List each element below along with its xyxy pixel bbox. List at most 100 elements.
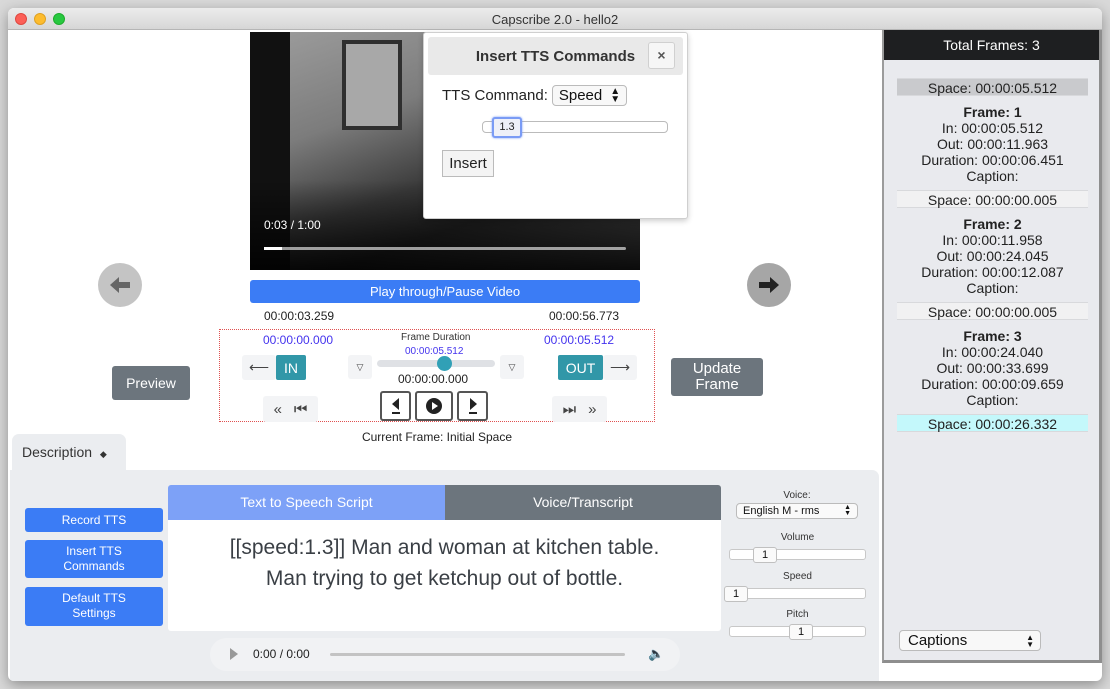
frame-in: In: 00:00:05.512 — [941, 120, 1044, 136]
next-frame-button[interactable] — [747, 263, 791, 307]
tts-command-label: TTS Command: — [442, 87, 548, 104]
play-frame-button[interactable] — [415, 391, 453, 421]
tts-script-textarea[interactable]: [[speed:1.3]] Man and woman at kitchen t… — [168, 520, 721, 631]
set-in-button[interactable]: IN — [276, 355, 306, 380]
frame-item[interactable]: Frame: 3 In: 00:00:24.040 Out: 00:00:33.… — [897, 324, 1088, 410]
arrow-right-icon — [759, 277, 779, 293]
insert-tts-commands-button[interactable]: Insert TTS Commands — [25, 540, 163, 578]
frame-in: In: 00:00:24.040 — [941, 344, 1044, 360]
update-frame-line1: Update — [692, 360, 742, 377]
preview-button[interactable]: Preview — [112, 366, 190, 400]
volume-thumb[interactable]: 1 — [753, 547, 777, 563]
out-time: 00:00:05.512 — [544, 333, 615, 347]
description-panel: Record TTS Insert TTS Commands Default T… — [10, 470, 879, 681]
frame-duration-thumb[interactable] — [437, 356, 452, 371]
space-item-selected[interactable]: Space: 00:00:26.332 — [897, 414, 1088, 432]
space-item[interactable]: Space: 00:00:00.005 — [897, 190, 1088, 208]
frame-duration: Duration: 00:00:06.451 — [921, 152, 1064, 168]
tts-command-row: TTS Command: Speed ▲ ▼ — [442, 85, 628, 106]
tts-command-value: Speed — [558, 87, 603, 104]
voice-select[interactable]: English M - rms ▲ ▼ — [736, 503, 858, 519]
updown-arrows-icon: ▲ ▼ — [1026, 632, 1034, 649]
pitch-thumb[interactable]: 1 — [789, 624, 813, 640]
record-tts-button[interactable]: Record TTS — [25, 508, 163, 532]
close-dialog-button[interactable]: × — [648, 42, 675, 69]
skip-to-start-icon[interactable]: ⏮ — [294, 401, 308, 418]
step-back-icon — [391, 398, 400, 414]
set-out-button[interactable]: OUT — [558, 355, 603, 380]
frame-in: In: 00:00:11.958 — [942, 232, 1043, 248]
triangle-down-icon: ▽ — [356, 361, 364, 372]
speed-thumb[interactable]: 1 — [724, 586, 748, 602]
speed-slider[interactable]: 1 — [724, 586, 866, 602]
in-time: 00:00:00.000 — [263, 333, 334, 347]
current-time: 00:00:00.000 — [398, 372, 469, 386]
audio-player[interactable]: 0:00 / 0:00 🔈 — [210, 638, 680, 671]
arrow-left-icon — [110, 277, 130, 293]
pitch-slider[interactable]: 1 — [729, 624, 866, 640]
audio-play-icon[interactable] — [230, 648, 238, 660]
skip-to-end-icon[interactable]: ⏭ — [563, 401, 577, 418]
volume-icon[interactable]: 🔈 — [648, 646, 664, 662]
video-progress-fill — [264, 247, 283, 250]
frame-controls: 00:00:00.000 00:00:05.512 Frame Duration… — [219, 329, 655, 422]
out-nav-group: ⏭ » — [552, 396, 607, 422]
insert-button[interactable]: Insert — [442, 150, 494, 177]
double-chevron-left-icon[interactable]: « — [274, 401, 282, 418]
default-tts-line1: Default TTS — [62, 591, 126, 605]
captions-mode-select[interactable]: Captions ▲ ▼ — [899, 630, 1041, 651]
move-out-right-button[interactable]: ⟶ — [603, 355, 637, 380]
frame-caption: Caption: — [966, 280, 1019, 296]
step-forward-icon — [468, 398, 477, 414]
duration-decrease-button[interactable]: ▽ — [348, 355, 372, 379]
play-pause-video-button[interactable]: Play through/Pause Video — [250, 280, 640, 303]
frame-duration-label: Frame Duration — [401, 332, 471, 343]
current-frame-label: Current Frame: Initial Space — [361, 430, 513, 444]
audio-progress-bar[interactable] — [330, 653, 625, 656]
double-chevron-right-icon[interactable]: » — [588, 401, 596, 418]
tts-value-slider[interactable]: 1.3 — [482, 117, 668, 138]
previous-frame-button[interactable] — [98, 263, 142, 307]
frame-duration-slider[interactable] — [377, 356, 495, 371]
tts-command-select[interactable]: Speed ▲ ▼ — [551, 85, 628, 106]
insert-tts-line1: Insert TTS — [66, 544, 122, 558]
frame-item[interactable]: Frame: 2 In: 00:00:11.958 Out: 00:00:24.… — [897, 212, 1088, 298]
description-select[interactable]: Description ◆ — [12, 434, 126, 472]
title-bar: Capscribe 2.0 - hello2 — [8, 8, 1102, 30]
frame-duration: Duration: 00:00:09.659 — [921, 376, 1064, 392]
total-frames-header: Total Frames: 3 — [884, 30, 1099, 60]
frame-out: Out: 00:00:33.699 — [936, 360, 1049, 376]
frame-out: Out: 00:00:11.963 — [936, 136, 1049, 152]
video-start-time: 00:00:03.259 — [264, 309, 335, 323]
move-in-left-button[interactable]: ⟵ — [242, 355, 276, 380]
dialog-header: Insert TTS Commands × — [428, 37, 683, 75]
frame-caption: Caption: — [966, 168, 1019, 184]
updown-arrows-icon: ▲ ▼ — [844, 504, 851, 517]
frame-duration: Duration: 00:00:12.087 — [921, 264, 1064, 280]
step-back-button[interactable] — [380, 391, 411, 421]
tts-value-thumb[interactable]: 1.3 — [492, 117, 522, 138]
default-tts-settings-button[interactable]: Default TTS Settings — [25, 587, 163, 626]
space-item[interactable]: Space: 00:00:00.005 — [897, 302, 1088, 320]
volume-slider[interactable]: 1 — [729, 547, 866, 563]
frame-item[interactable]: Frame: 1 In: 00:00:05.512 Out: 00:00:11.… — [897, 100, 1088, 186]
frame-title: Frame: 3 — [963, 328, 1022, 344]
arrow-right-bar-icon: ⟶ — [609, 359, 631, 375]
step-forward-button[interactable] — [457, 391, 488, 421]
dialog-title: Insert TTS Commands — [475, 48, 636, 65]
script-line-2: Man trying to get ketchup out of bottle. — [265, 567, 624, 590]
update-frame-button[interactable]: Update Frame — [671, 358, 763, 396]
description-select-label: Description — [22, 444, 93, 460]
duration-increase-button[interactable]: ▽ — [500, 355, 524, 379]
tab-voice-transcript[interactable]: Voice/Transcript — [445, 485, 721, 520]
video-progress-bar[interactable] — [264, 247, 626, 250]
app-window: Capscribe 2.0 - hello2 0:03 / 1:00 Inser… — [8, 8, 1102, 681]
voice-value: English M - rms — [743, 505, 820, 517]
frame-caption: Caption: — [966, 392, 1019, 408]
space-item[interactable]: Space: 00:00:05.512 — [897, 78, 1088, 96]
frame-duration-value: 00:00:05.512 — [405, 346, 464, 357]
audio-time: 0:00 / 0:00 — [253, 647, 310, 661]
pitch-label: Pitch — [786, 609, 809, 620]
tab-text-to-speech-script[interactable]: Text to Speech Script — [168, 485, 445, 520]
arrow-left-bar-icon: ⟵ — [248, 359, 270, 375]
